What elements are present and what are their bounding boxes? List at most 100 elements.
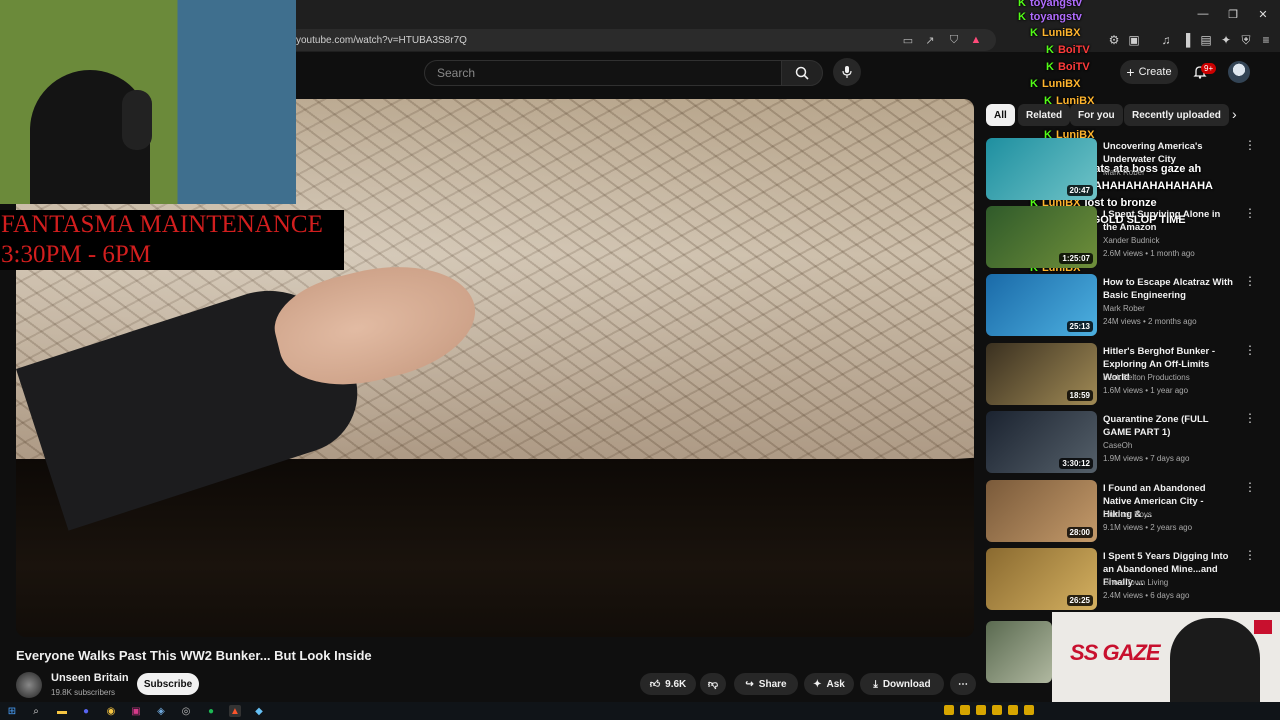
recommendation-channel[interactable]: Xander Budnick [1103, 236, 1159, 245]
more-options-icon[interactable]: ⋮ [1244, 548, 1256, 562]
subscribe-button[interactable]: Subscribe [137, 673, 199, 695]
obs-icon[interactable]: ◎ [180, 705, 192, 717]
recommendation-meta: 9.1M views • 2 years ago [1103, 523, 1193, 532]
recommendation-item[interactable]: 26:25 I Spent 5 Years Digging Into an Aba… [986, 548, 1256, 612]
search-input[interactable] [437, 66, 781, 80]
brave-icon[interactable]: ▲ [229, 705, 241, 717]
search-box[interactable] [424, 60, 782, 86]
taskbar-search-icon[interactable]: ⌕ [30, 705, 42, 717]
chip-next-chevron-icon[interactable]: › [1232, 106, 1237, 122]
recommendation-thumbnail[interactable]: 26:25 [986, 548, 1097, 610]
search-button[interactable] [781, 60, 823, 86]
chat-message: KLuniBX [1030, 27, 1080, 39]
recommendation-thumbnail[interactable]: 20:47 [986, 138, 1097, 200]
menu-icon[interactable]: ≡ [1258, 32, 1274, 48]
kick-badge-icon: K [1018, 0, 1026, 9]
chip-for-you[interactable]: For you [1070, 104, 1123, 126]
recommendation-title[interactable]: Quarantine Zone (FULL GAME PART 1) [1103, 413, 1233, 439]
recommendation-title[interactable]: How to Escape Alcatraz With Basic Engine… [1103, 276, 1233, 302]
mic-icon [842, 66, 852, 78]
recommendation-item[interactable]: 20:47 Uncovering America's Underwater Cit… [986, 138, 1256, 202]
sponsor-overlay: SS GAZE [1052, 612, 1280, 714]
recommendation-channel[interactable]: Ghost Town Living [1103, 578, 1168, 587]
recommendation-channel[interactable]: Mark Rober [1103, 168, 1145, 177]
download-icon: ⤓ [873, 678, 878, 690]
address-bar[interactable]: youtube.com/watch?v=HTUBA3S8r7Q [286, 29, 996, 51]
recommendation-thumbnail[interactable]: 28:00 [986, 480, 1097, 542]
recommendation-item[interactable]: 3:30:12 Quarantine Zone (FULL GAME PART 1… [986, 411, 1256, 475]
brave-shield-icon[interactable]: ⛉ [947, 33, 961, 47]
more-icon: ⋯ [958, 678, 968, 690]
recommendation-meta: 24M views • 2 months ago [1103, 317, 1197, 326]
recommendation-thumbnail[interactable]: 1:25:07 [986, 206, 1097, 268]
recommendation-thumbnail[interactable] [986, 621, 1052, 683]
brave-rewards-icon[interactable]: ▲ [969, 33, 983, 47]
channel-avatar[interactable] [16, 672, 42, 698]
more-options-icon[interactable]: ⋮ [1244, 138, 1256, 152]
share-page-icon[interactable]: ↗ [923, 33, 937, 47]
chip-recently-uploaded[interactable]: Recently uploaded [1124, 104, 1229, 126]
cast-icon[interactable]: ▭ [901, 33, 915, 47]
tray-icon[interactable] [944, 705, 954, 715]
share-button[interactable]: ↪ Share [734, 673, 798, 695]
recommendation-channel[interactable]: Mark Rober [1103, 304, 1145, 313]
chat-username: toyangstv [1029, 0, 1082, 9]
like-count: 9.6K [665, 678, 687, 690]
recommendation-thumbnail[interactable]: 18:59 [986, 343, 1097, 405]
steam-icon[interactable]: ◈ [155, 705, 167, 717]
channel-name[interactable]: Unseen Britain [51, 672, 129, 684]
duration-badge: 20:47 [1066, 185, 1093, 196]
more-options-icon[interactable]: ⋮ [1244, 411, 1256, 425]
kick-badge-icon: K [1030, 78, 1038, 90]
windows-start-icon[interactable]: ⊞ [6, 705, 18, 717]
more-options-icon[interactable]: ⋮ [1244, 206, 1256, 220]
file-explorer-icon[interactable]: ▬ [56, 705, 68, 717]
chrome-icon[interactable]: ◉ [105, 705, 117, 717]
tray-icon[interactable] [976, 705, 986, 715]
close-button[interactable]: ✕ [1248, 8, 1278, 21]
webcam-microphone [122, 90, 152, 150]
steam-client-icon[interactable]: ◆ [253, 705, 265, 717]
chat-username: LuniBX [1041, 78, 1081, 90]
chip-all[interactable]: All [986, 104, 1015, 126]
recommendation-item[interactable]: 18:59 Hitler's Berghof Bunker - Exploring… [986, 343, 1256, 407]
url-text: youtube.com/watch?v=HTUBA3S8r7Q [296, 34, 467, 46]
recommendation-item[interactable]: 1:25:07 I Spent Surviving Alone in the Am… [986, 206, 1256, 270]
tray-icon[interactable] [1024, 705, 1034, 715]
recommendation-item[interactable]: 25:13 How to Escape Alcatraz With Basic E… [986, 274, 1256, 338]
taskbar: ⊞ ⌕ ▬ ● ◉ ▣ ◈ ◎ ● ▲ ◆ [0, 702, 1280, 720]
tray-icon[interactable] [960, 705, 970, 715]
ask-button[interactable]: ✦ Ask [804, 673, 854, 695]
account-avatar[interactable] [1228, 61, 1250, 83]
recommendation-thumbnail[interactable]: 25:13 [986, 274, 1097, 336]
more-actions-button[interactable]: ⋯ [950, 673, 976, 695]
sparkle-icon: ✦ [813, 678, 822, 690]
more-options-icon[interactable]: ⋮ [1244, 480, 1256, 494]
duration-badge: 28:00 [1066, 527, 1093, 538]
more-options-icon[interactable]: ⋮ [1244, 343, 1256, 357]
sponsor-text: SS GAZE [1070, 640, 1161, 665]
chip-related[interactable]: Related [1018, 104, 1071, 126]
discord-icon[interactable]: ● [80, 705, 92, 717]
recommendation-item[interactable]: 28:00 I Found an Abandoned Native America… [986, 480, 1256, 544]
share-icon: ↪ [745, 678, 754, 690]
app-icon[interactable]: ▣ [130, 705, 142, 717]
vpn-icon[interactable]: ⛨ [1238, 32, 1254, 48]
stream-schedule-banner: FANTASMA MAINTENANCE 3:30PM - 6PM [0, 210, 344, 270]
recommendation-channel[interactable]: Mark Felton Productions [1103, 373, 1190, 382]
ask-label: Ask [826, 678, 845, 690]
recommendation-channel[interactable]: CaseOh [1103, 441, 1132, 450]
voice-search-button[interactable] [833, 58, 861, 86]
tray-icon[interactable] [992, 705, 1002, 715]
spotify-icon[interactable]: ● [205, 705, 217, 717]
download-button[interactable]: ⤓ Download [860, 673, 944, 695]
like-button[interactable]: 👍︎ 9.6K [640, 673, 696, 695]
recommendation-channel[interactable]: Outdoor Boys [1103, 510, 1152, 519]
tray-icon[interactable] [1008, 705, 1018, 715]
recommendation-thumbnail[interactable]: 3:30:12 [986, 411, 1097, 473]
recommendation-title[interactable]: I Spent Surviving Alone in the Amazon [1103, 208, 1233, 234]
more-options-icon[interactable]: ⋮ [1244, 274, 1256, 288]
recommendation-title[interactable]: Uncovering America's Underwater City [1103, 140, 1233, 166]
kick-badge-icon: K [1046, 44, 1054, 56]
dislike-button[interactable]: 👎︎ [700, 673, 726, 695]
